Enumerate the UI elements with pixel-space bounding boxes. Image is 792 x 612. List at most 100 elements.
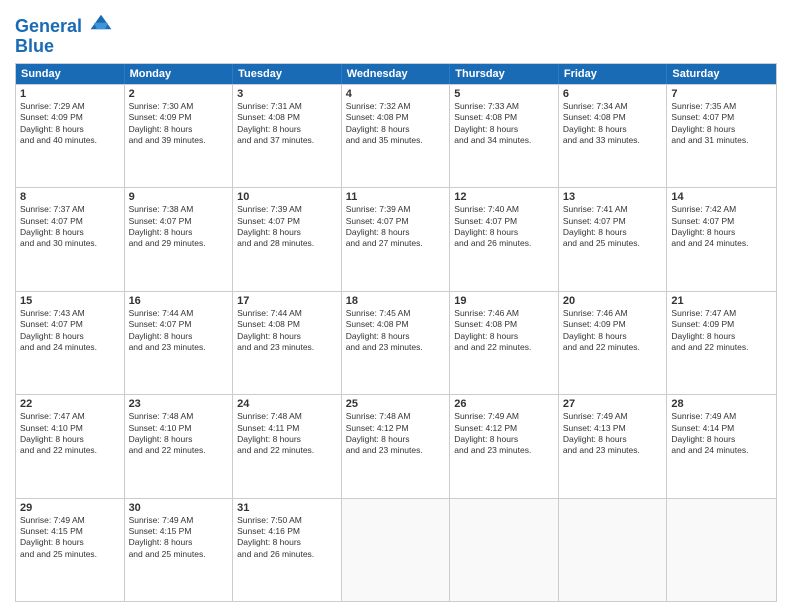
daylight-value: and and 26 minutes. [454,238,554,249]
sunrise-line: Sunrise: 7:33 AM [454,101,554,112]
day-cell-19: 19Sunrise: 7:46 AMSunset: 4:08 PMDayligh… [450,292,559,394]
day-cell-29: 29Sunrise: 7:49 AMSunset: 4:15 PMDayligh… [16,499,125,601]
daylight-label: Daylight: 8 hours [20,434,120,445]
day-cell-20: 20Sunrise: 7:46 AMSunset: 4:09 PMDayligh… [559,292,668,394]
sunset-line: Sunset: 4:11 PM [237,423,337,434]
day-number: 9 [129,191,229,203]
sunrise-line: Sunrise: 7:41 AM [563,204,663,215]
daylight-label: Daylight: 8 hours [563,124,663,135]
daylight-label: Daylight: 8 hours [20,227,120,238]
day-number: 25 [346,398,446,410]
daylight-value: and and 23 minutes. [563,445,663,456]
day-number: 11 [346,191,446,203]
sunset-line: Sunset: 4:07 PM [20,216,120,227]
day-number: 28 [671,398,772,410]
sunrise-line: Sunrise: 7:45 AM [346,308,446,319]
col-header-wednesday: Wednesday [342,64,451,84]
day-number: 26 [454,398,554,410]
daylight-label: Daylight: 8 hours [20,124,120,135]
day-number: 14 [671,191,772,203]
logo: General Blue [15,14,113,57]
sunrise-line: Sunrise: 7:29 AM [20,101,120,112]
daylight-label: Daylight: 8 hours [454,434,554,445]
logo-icon [89,12,113,32]
day-number: 30 [129,502,229,514]
sunrise-line: Sunrise: 7:44 AM [237,308,337,319]
daylight-label: Daylight: 8 hours [454,124,554,135]
sunset-line: Sunset: 4:15 PM [20,526,120,537]
daylight-value: and and 37 minutes. [237,135,337,146]
day-number: 4 [346,88,446,100]
day-number: 8 [20,191,120,203]
week-row-3: 15Sunrise: 7:43 AMSunset: 4:07 PMDayligh… [16,291,776,394]
day-cell-6: 6Sunrise: 7:34 AMSunset: 4:08 PMDaylight… [559,85,668,187]
daylight-label: Daylight: 8 hours [237,331,337,342]
daylight-label: Daylight: 8 hours [129,331,229,342]
daylight-label: Daylight: 8 hours [129,227,229,238]
daylight-value: and and 40 minutes. [20,135,120,146]
sunset-line: Sunset: 4:07 PM [346,216,446,227]
day-cell-28: 28Sunrise: 7:49 AMSunset: 4:14 PMDayligh… [667,395,776,497]
sunset-line: Sunset: 4:07 PM [563,216,663,227]
sunrise-line: Sunrise: 7:34 AM [563,101,663,112]
daylight-value: and and 22 minutes. [237,445,337,456]
header: General Blue [15,10,777,57]
daylight-value: and and 29 minutes. [129,238,229,249]
daylight-label: Daylight: 8 hours [454,227,554,238]
day-number: 17 [237,295,337,307]
sunset-line: Sunset: 4:07 PM [237,216,337,227]
sunset-line: Sunset: 4:07 PM [20,319,120,330]
sunrise-line: Sunrise: 7:37 AM [20,204,120,215]
day-cell-31: 31Sunrise: 7:50 AMSunset: 4:16 PMDayligh… [233,499,342,601]
daylight-value: and and 23 minutes. [346,445,446,456]
logo-text: General [15,14,113,37]
sunrise-line: Sunrise: 7:44 AM [129,308,229,319]
sunset-line: Sunset: 4:09 PM [20,112,120,123]
daylight-label: Daylight: 8 hours [129,124,229,135]
sunset-line: Sunset: 4:10 PM [129,423,229,434]
week-row-2: 8Sunrise: 7:37 AMSunset: 4:07 PMDaylight… [16,187,776,290]
daylight-value: and and 35 minutes. [346,135,446,146]
day-cell-13: 13Sunrise: 7:41 AMSunset: 4:07 PMDayligh… [559,188,668,290]
day-cell-7: 7Sunrise: 7:35 AMSunset: 4:07 PMDaylight… [667,85,776,187]
week-row-5: 29Sunrise: 7:49 AMSunset: 4:15 PMDayligh… [16,498,776,601]
daylight-label: Daylight: 8 hours [671,227,772,238]
calendar-body: 1Sunrise: 7:29 AMSunset: 4:09 PMDaylight… [16,84,776,601]
sunset-line: Sunset: 4:09 PM [563,319,663,330]
sunrise-line: Sunrise: 7:49 AM [454,411,554,422]
day-cell-14: 14Sunrise: 7:42 AMSunset: 4:07 PMDayligh… [667,188,776,290]
sunset-line: Sunset: 4:09 PM [671,319,772,330]
sunset-line: Sunset: 4:08 PM [563,112,663,123]
sunset-line: Sunset: 4:08 PM [237,319,337,330]
sunrise-line: Sunrise: 7:46 AM [563,308,663,319]
sunrise-line: Sunrise: 7:35 AM [671,101,772,112]
sunset-line: Sunset: 4:08 PM [346,112,446,123]
daylight-label: Daylight: 8 hours [20,537,120,548]
daylight-value: and and 26 minutes. [237,549,337,560]
daylight-label: Daylight: 8 hours [237,434,337,445]
sunrise-line: Sunrise: 7:30 AM [129,101,229,112]
sunset-line: Sunset: 4:14 PM [671,423,772,434]
empty-cell [342,499,451,601]
sunrise-line: Sunrise: 7:31 AM [237,101,337,112]
sunrise-line: Sunrise: 7:46 AM [454,308,554,319]
daylight-value: and and 24 minutes. [671,445,772,456]
sunset-line: Sunset: 4:07 PM [129,216,229,227]
sunrise-line: Sunrise: 7:42 AM [671,204,772,215]
daylight-label: Daylight: 8 hours [237,227,337,238]
day-number: 31 [237,502,337,514]
daylight-label: Daylight: 8 hours [671,331,772,342]
week-row-1: 1Sunrise: 7:29 AMSunset: 4:09 PMDaylight… [16,84,776,187]
daylight-label: Daylight: 8 hours [129,434,229,445]
daylight-label: Daylight: 8 hours [346,124,446,135]
day-cell-1: 1Sunrise: 7:29 AMSunset: 4:09 PMDaylight… [16,85,125,187]
sunrise-line: Sunrise: 7:47 AM [20,411,120,422]
day-number: 10 [237,191,337,203]
day-number: 5 [454,88,554,100]
daylight-value: and and 23 minutes. [346,342,446,353]
daylight-value: and and 25 minutes. [20,549,120,560]
sunset-line: Sunset: 4:08 PM [454,112,554,123]
daylight-label: Daylight: 8 hours [563,227,663,238]
sunrise-line: Sunrise: 7:40 AM [454,204,554,215]
empty-cell [667,499,776,601]
